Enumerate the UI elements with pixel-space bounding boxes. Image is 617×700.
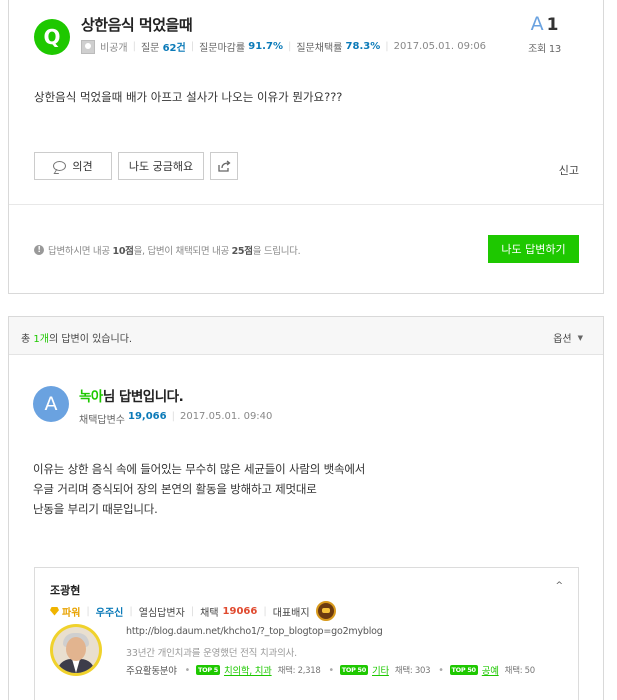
view-count: 조회 13 bbox=[528, 40, 561, 55]
notice-text-3: 을 드립니다. bbox=[252, 246, 301, 257]
meta-divider: | bbox=[190, 41, 195, 52]
rank-badge: TOP 50 bbox=[449, 665, 478, 675]
field-count: 채택: 50 bbox=[504, 666, 536, 676]
question-card: Q 상한음식 먹었을때 비공개 | 질문 62건 | 질문마감률 91.7% |… bbox=[8, 0, 604, 294]
question-author: 비공개 bbox=[100, 43, 128, 54]
power-badge: 파워 bbox=[50, 604, 80, 619]
rank-badge: TOP 5 bbox=[195, 665, 220, 675]
question-datetime: 2017.05.01. 09:06 bbox=[393, 41, 487, 52]
answers-total: 총 1개의 답변이 있습니다. bbox=[21, 330, 132, 345]
caret-down-icon: ▼ bbox=[577, 333, 583, 342]
bullet: • bbox=[438, 664, 444, 676]
bullet: • bbox=[328, 664, 334, 676]
question-body: 상한음식 먹었을때 배가 아프고 설사가 나오는 이유가 뭔가요??? bbox=[34, 90, 343, 104]
bullet: • bbox=[184, 664, 191, 676]
answer-line: 난동을 부리기 때문입니다. bbox=[33, 502, 158, 516]
questions-count[interactable]: 62건 bbox=[163, 39, 186, 54]
profile-stats: 파워 | 우주신 | 열심답변자 | 채택 19066 | 대표배지 bbox=[50, 601, 336, 621]
meta-divider: | bbox=[385, 41, 389, 52]
adopt-count: 19066 bbox=[222, 605, 258, 617]
answerer-profile: 조광현 ^ 파워 | 우주신 | 열심답변자 | 채택 19066 | 대표배지 bbox=[34, 567, 579, 700]
answerer-type: 열심답변자 bbox=[138, 607, 185, 619]
write-answer-button[interactable]: 나도 답변하기 bbox=[488, 235, 579, 263]
adopt-rate-value: 78.3% bbox=[345, 41, 381, 52]
profile-photo-portrait bbox=[53, 627, 99, 673]
meta-divider: | bbox=[171, 411, 175, 422]
question-actions: 의견 나도 궁금해요 bbox=[34, 152, 238, 180]
power-label: 파워 bbox=[62, 607, 81, 619]
portrait-face bbox=[66, 637, 86, 661]
opinion-button[interactable]: 의견 bbox=[34, 152, 112, 180]
answer-title: 녹아님 답변입니다. bbox=[79, 385, 184, 405]
answerer-name[interactable]: 녹아 bbox=[79, 389, 103, 405]
answer-count: 1 bbox=[546, 15, 559, 35]
field-count: 채택: 2,318 bbox=[277, 666, 321, 676]
answer-line: 우글 거리며 증식되어 장의 본연의 활동을 방해하고 제멋대로 bbox=[33, 482, 317, 496]
share-button[interactable] bbox=[210, 152, 238, 180]
answerer-avatar-icon: A bbox=[33, 386, 69, 422]
info-icon: ! bbox=[34, 245, 44, 255]
rank-badge: TOP 50 bbox=[339, 665, 368, 675]
question-divider bbox=[9, 204, 603, 205]
answer-body: 이유는 상한 음식 속에 들어있는 무수히 많은 세균들이 사람의 뱃속에서 우… bbox=[33, 459, 365, 519]
report-link[interactable]: 신고 bbox=[559, 162, 579, 178]
answer-meta: 채택답변수 19,066 | 2017.05.01. 09:40 bbox=[79, 411, 272, 426]
speech-bubble-icon bbox=[53, 161, 67, 171]
meta-divider: | bbox=[190, 605, 195, 617]
meta-divider: | bbox=[287, 41, 292, 52]
question-title[interactable]: 상한음식 먹었을때 bbox=[81, 14, 193, 35]
answers-card: 총 1개의 답변이 있습니다. 옵션 ▼ A 녹아님 답변입니다. 채택답변수 … bbox=[8, 316, 604, 700]
views-label: 조회 bbox=[528, 44, 546, 55]
field-link[interactable]: 공예 bbox=[482, 663, 499, 677]
points-notice: ! 답변하시면 내공 10점 을, 답변이 채택되면 내공 25점 을 드립니다. bbox=[34, 243, 301, 257]
notice-text-2: 을, 답변이 채택되면 내공 bbox=[133, 246, 230, 257]
share-icon bbox=[218, 159, 231, 172]
question-meta: 비공개 | 질문 62건 | 질문마감률 91.7% | 질문채택률 78.3%… bbox=[81, 39, 486, 54]
answer-datetime: 2017.05.01. 09:40 bbox=[179, 411, 273, 422]
badge-label: 대표배지 bbox=[272, 607, 310, 619]
adopt-label: 채택 bbox=[200, 607, 219, 619]
anonymous-avatar-icon bbox=[81, 39, 95, 54]
total-prefix: 총 bbox=[21, 334, 31, 345]
field-link[interactable]: 치의학, 치과 bbox=[224, 663, 272, 677]
fields-label: 주요활동분야 bbox=[126, 666, 177, 677]
representative-badge-icon[interactable] bbox=[315, 601, 336, 621]
adopt-rate-label: 질문채택률 bbox=[296, 43, 343, 54]
activity-fields: 주요활동분야 • TOP 5 치의학, 치과 채택: 2,318 • TOP 5… bbox=[126, 663, 536, 678]
answer-count-summary: A1 조회 13 bbox=[528, 13, 561, 55]
options-dropdown[interactable]: 옵션 ▼ bbox=[553, 330, 583, 346]
profile-grade[interactable]: 우주신 bbox=[96, 604, 124, 619]
adopted-label: 채택답변수 bbox=[79, 415, 125, 426]
profile-name[interactable]: 조광현 bbox=[50, 582, 80, 598]
close-rate-label: 질문마감률 bbox=[199, 43, 246, 54]
profile-intro: 33년간 개인치과를 운영했던 전직 치과의사. bbox=[126, 648, 297, 659]
close-rate-value: 91.7% bbox=[248, 41, 283, 52]
adopted-count: 19,066 bbox=[128, 411, 167, 422]
profile-photo[interactable] bbox=[50, 624, 102, 676]
answer-line: 이유는 상한 음식 속에 들어있는 무수히 많은 세균들이 사람의 뱃속에서 bbox=[33, 462, 366, 476]
answer-letter-icon: A bbox=[530, 13, 544, 35]
notice-points-1: 10점 bbox=[112, 246, 134, 257]
profile-blog-link[interactable]: http://blog.daum.net/khcho1/?_top_blogto… bbox=[126, 626, 383, 637]
notice-text-1: 답변하시면 내공 bbox=[48, 246, 110, 257]
total-suffix: 의 답변이 있습니다. bbox=[48, 334, 133, 345]
notice-points-2: 25점 bbox=[231, 246, 253, 257]
views-value: 13 bbox=[548, 44, 561, 55]
meta-divider: | bbox=[86, 605, 90, 617]
answer-title-suffix: 님 답변입니다. bbox=[102, 389, 184, 405]
options-label: 옵션 bbox=[553, 334, 572, 345]
field-count: 채택: 303 bbox=[394, 666, 431, 676]
meta-divider: | bbox=[263, 605, 267, 617]
gem-icon bbox=[50, 606, 59, 616]
curious-button[interactable]: 나도 궁금해요 bbox=[118, 152, 204, 180]
question-badge-icon: Q bbox=[34, 19, 70, 55]
opinion-label: 의견 bbox=[72, 160, 93, 173]
meta-divider: | bbox=[129, 605, 133, 617]
answers-header: 총 1개의 답변이 있습니다. 옵션 ▼ bbox=[9, 317, 603, 355]
collapse-chevron-icon[interactable]: ^ bbox=[555, 581, 563, 591]
field-link[interactable]: 기타 bbox=[372, 663, 389, 677]
total-count: 1개 bbox=[33, 334, 49, 345]
meta-divider: | bbox=[132, 41, 136, 52]
questions-label: 질문 bbox=[140, 43, 160, 54]
